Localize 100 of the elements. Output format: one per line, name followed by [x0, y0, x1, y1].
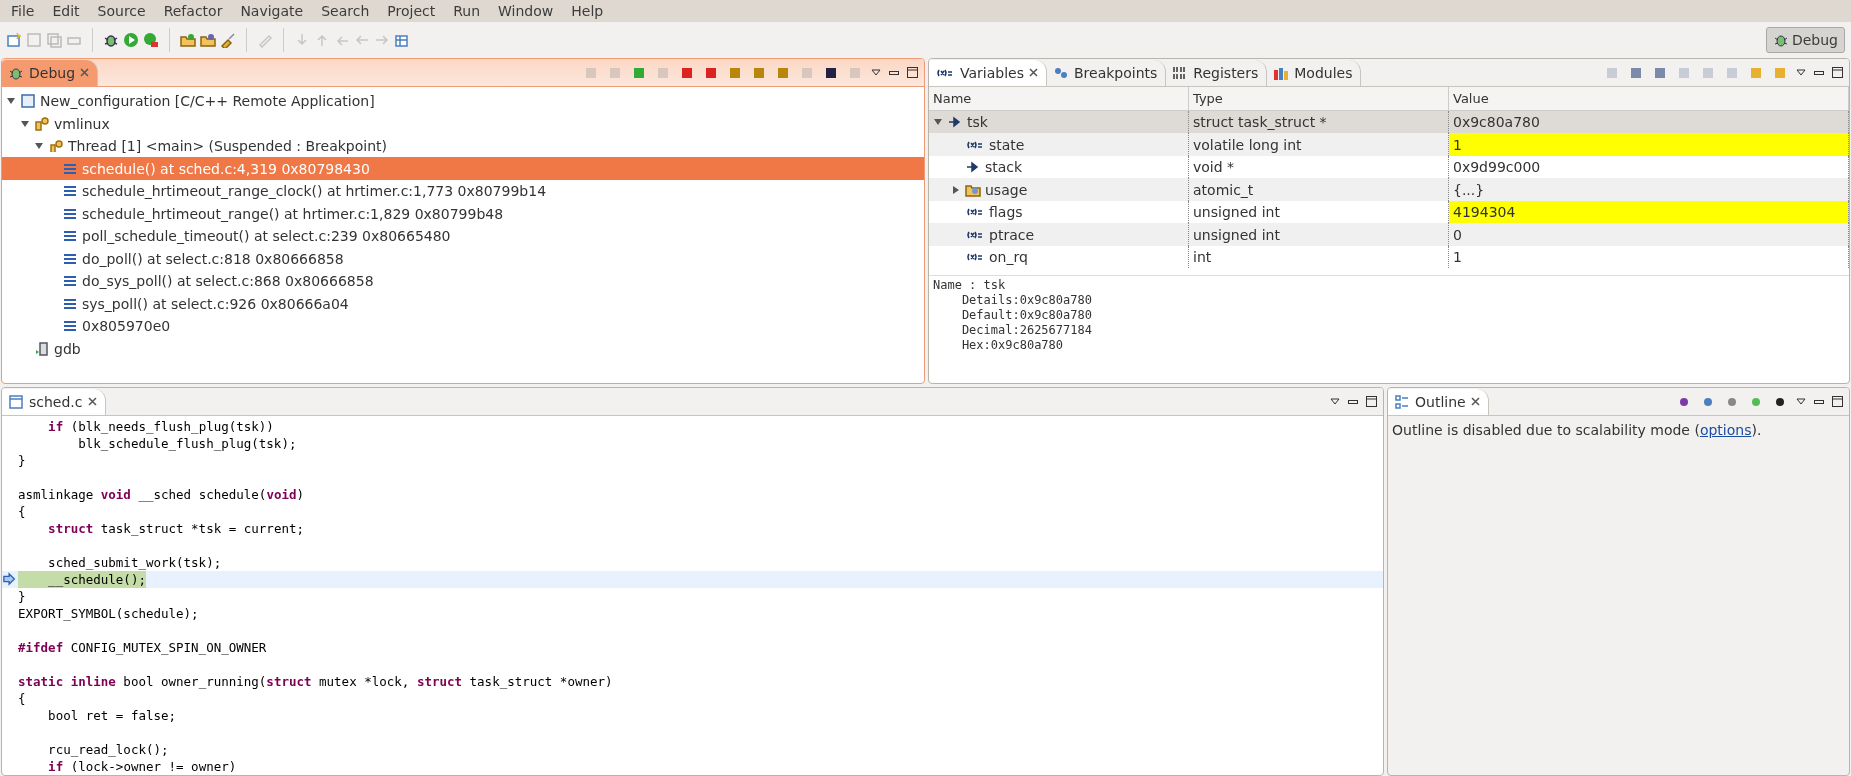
type-cell: atomic_t	[1189, 178, 1449, 201]
view-menu-icon[interactable]	[871, 68, 881, 77]
menu-item[interactable]: Search	[312, 2, 379, 19]
thread-icon	[48, 138, 64, 155]
menu-item[interactable]: Refactor	[154, 2, 232, 19]
tree-item[interactable]: Thread [1] <main> (Suspended : Breakpoint)	[2, 134, 924, 158]
minimize-icon[interactable]	[1814, 70, 1824, 75]
tree-item[interactable]: do_poll() at select.c:818 0x80666858	[2, 247, 924, 270]
menu-item[interactable]: Edit	[43, 2, 89, 19]
menu-item[interactable]: Help	[562, 2, 613, 19]
name-cell: state	[929, 133, 1189, 156]
outline-icon	[1394, 393, 1410, 410]
code-line: }	[18, 451, 26, 469]
variable-row[interactable]: state volatile long int 1	[929, 133, 1849, 156]
view-menu-icon[interactable]	[1796, 68, 1806, 77]
c-file-icon	[20, 93, 36, 110]
column-header[interactable]: Value	[1449, 86, 1849, 110]
close-icon[interactable]	[80, 68, 90, 78]
collapse-arrow-icon[interactable]	[21, 119, 29, 128]
collapse-arrow-icon[interactable]	[934, 118, 942, 127]
close-icon[interactable]	[1470, 397, 1480, 406]
close-icon[interactable]	[87, 397, 97, 406]
view-tab[interactable]: Outline	[1388, 388, 1489, 415]
tree-item[interactable]: schedule_hrtimeout_range() at hrtimer.c:1,829 0x80799b48	[2, 202, 924, 225]
menu-item[interactable]: Window	[489, 2, 563, 19]
name-cell: usage	[929, 178, 1189, 201]
variable-row[interactable]: tsk struct task_struct * 0x9c80a780	[929, 110, 1849, 134]
file-icon	[8, 393, 24, 410]
maximize-icon[interactable]	[907, 67, 918, 79]
value-cell: {...}	[1449, 178, 1849, 201]
run-external-tool-icon[interactable]	[143, 31, 159, 48]
tree-item[interactable]: vmlinux	[2, 112, 924, 135]
code-line: static inline bool owner_running(struct mutex *lock, struct task_struct *owner)	[18, 672, 613, 690]
code-line: if (blk_needs_flush_plug(tsk))	[47, 417, 274, 435]
tree-item[interactable]: New_configuration [C/C++ Remote Application]	[2, 89, 924, 113]
code-line: blk_schedule_flush_plug(tsk);	[77, 434, 297, 452]
code-line: if (lock->owner != owner)	[47, 757, 237, 775]
open-folder-icon[interactable]	[180, 31, 196, 48]
perspective-button[interactable]: Debug	[1765, 26, 1845, 53]
variable-row[interactable]: usage atomic_t {...}	[929, 178, 1849, 201]
menu-item[interactable]: Run	[444, 2, 490, 19]
value-cell: 4194304	[1449, 200, 1849, 224]
close-icon[interactable]	[1029, 68, 1038, 78]
type-cell: int	[1189, 245, 1449, 269]
view-tab[interactable]: Breakpoints	[1047, 59, 1167, 86]
tree-item[interactable]: schedule_hrtimeout_range_clock() at hrtimer.c:1,773 0x80799b14	[2, 179, 924, 203]
name-cell: on_rq	[929, 245, 1189, 269]
maximize-icon[interactable]	[1366, 396, 1377, 407]
minimize-icon[interactable]	[1348, 399, 1358, 404]
view-menu-icon[interactable]	[1330, 397, 1340, 406]
minimize-icon[interactable]	[889, 70, 899, 75]
collapse-arrow-icon[interactable]	[7, 97, 15, 106]
maximize-icon[interactable]	[1832, 396, 1843, 407]
menu-item[interactable]: Source	[88, 2, 155, 19]
process-icon	[34, 115, 50, 132]
variable-row[interactable]: ptrace unsigned int 0	[929, 223, 1849, 246]
view-tab[interactable]: Variables	[929, 59, 1047, 86]
detail-line: Decimal:2625677184	[960, 322, 1093, 338]
code-line: bool ret = false;	[47, 706, 177, 724]
detail-line: Details:0x9c80a780	[960, 292, 1093, 308]
code-line: }	[18, 587, 26, 605]
maximize-icon[interactable]	[1832, 67, 1843, 79]
code-line: rcu_read_lock();	[47, 740, 169, 758]
tree-item[interactable]: poll_schedule_timeout() at select.c:239 0x80665480	[2, 224, 924, 248]
detail-line: Hex:0x9c80a780	[960, 337, 1065, 353]
menu-item[interactable]: File	[2, 2, 44, 19]
view-tab[interactable]: Modules	[1267, 59, 1362, 86]
options-link[interactable]: options	[1699, 421, 1752, 438]
view-tab[interactable]: Registers	[1166, 59, 1268, 86]
code-line: {	[18, 689, 26, 707]
type-cell: unsigned int	[1189, 223, 1449, 246]
code-line: sched_submit_work(tsk);	[47, 553, 222, 571]
name-cell: ptrace	[929, 223, 1189, 246]
editor-tab[interactable]: sched.c	[2, 388, 106, 415]
tree-item[interactable]: sys_poll() at select.c:926 0x80666a04	[2, 292, 924, 315]
view-tab[interactable]: Debug	[2, 59, 99, 86]
value-cell: 1	[1449, 245, 1849, 269]
tree-item[interactable]: gdb	[2, 337, 924, 360]
code-line: EXPORT_SYMBOL(schedule);	[18, 604, 199, 622]
expand-arrow-icon[interactable]	[952, 185, 960, 194]
tree-item[interactable]: do_sys_poll() at select.c:868 0x80666858	[2, 269, 924, 293]
open-folder-icon[interactable]	[200, 31, 216, 48]
instruction-pointer-icon	[3, 571, 17, 587]
outline-message: Outline is disabled due to scalability mode (options).	[1391, 420, 1763, 440]
view-menu-icon[interactable]	[1796, 397, 1806, 406]
code-line: struct task_struct *tsk = current;	[47, 519, 304, 537]
detail-line: Default:0x9c80a780	[960, 307, 1093, 323]
detail-line: Name : tsk	[933, 277, 1007, 293]
menu-item[interactable]: Project	[378, 2, 445, 19]
code-line: {	[18, 502, 26, 520]
code-line: #ifdef CONFIG_MUTEX_SPIN_ON_OWNER	[18, 638, 267, 656]
column-header[interactable]: Name	[929, 86, 1189, 110]
tree-item[interactable]: 0x805970e0	[2, 314, 924, 338]
code-line: asmlinkage void __sched schedule(void)	[18, 485, 304, 503]
minimize-icon[interactable]	[1814, 399, 1824, 404]
value-cell: 0	[1449, 223, 1849, 246]
menu-item[interactable]: Navigate	[231, 2, 313, 19]
collapse-arrow-icon[interactable]	[35, 142, 43, 151]
brush-icon[interactable]	[220, 31, 236, 48]
column-header[interactable]: Type	[1189, 86, 1449, 110]
